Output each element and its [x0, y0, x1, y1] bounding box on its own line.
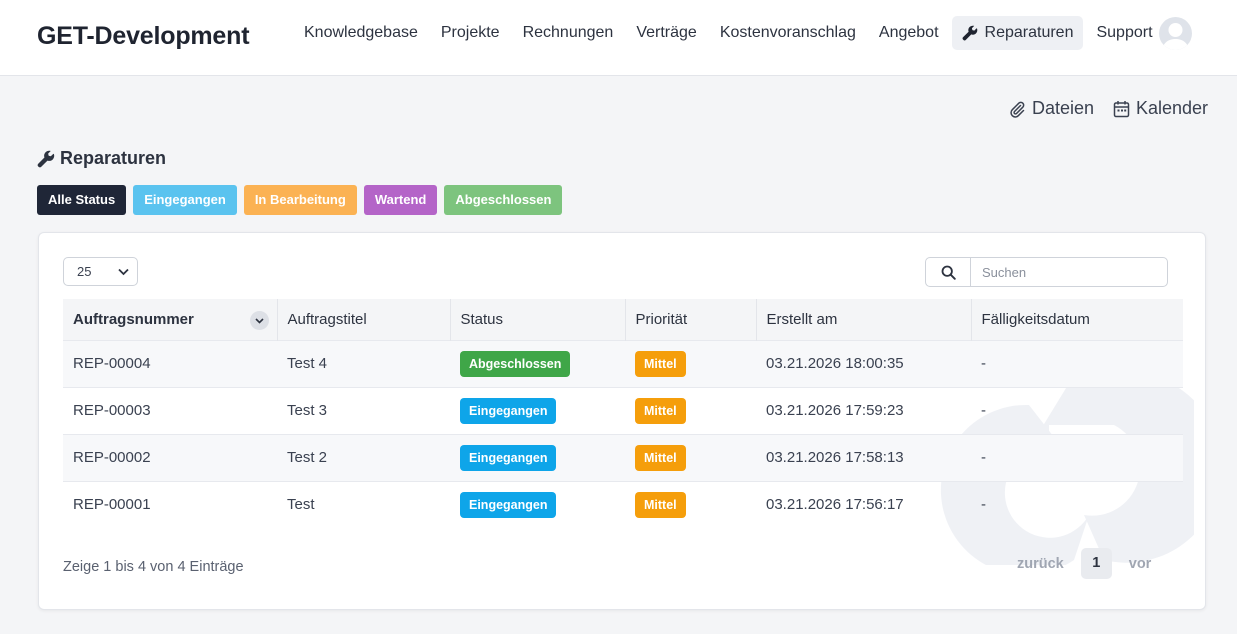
- page-size-value: 25: [77, 264, 92, 279]
- files-link[interactable]: Dateien: [1008, 98, 1094, 119]
- cell-number: REP-00001: [63, 480, 277, 528]
- calendar-icon: [1113, 100, 1130, 117]
- cell-number: REP-00003: [63, 386, 277, 434]
- col-header-auftragstitel[interactable]: Auftragstitel: [277, 299, 451, 340]
- cell-title: Test 2: [277, 433, 450, 481]
- status-badge: Eingegangen: [460, 444, 557, 471]
- table-header-row: Auftragsnummer Auftragstitel Status Prio…: [63, 299, 1183, 340]
- cell-due: -: [971, 386, 1183, 434]
- nav-item-projekte[interactable]: Projekte: [431, 16, 510, 50]
- cell-due: -: [971, 433, 1183, 481]
- cell-created: 03.21.2026 18:00:35: [756, 339, 971, 387]
- page-size-select[interactable]: 25: [63, 257, 138, 286]
- col-header-erstellt-am[interactable]: Erstellt am: [756, 299, 972, 340]
- cell-created: 03.21.2026 17:56:17: [756, 480, 971, 528]
- table-info-text: Zeige 1 bis 4 von 4 Einträge: [63, 559, 244, 575]
- files-link-label: Dateien: [1032, 98, 1095, 118]
- repairs-card: 25 Auftragsnummer: [38, 232, 1206, 610]
- filter-alle-status[interactable]: Alle Status: [37, 185, 127, 215]
- calendar-link[interactable]: Kalender: [1113, 98, 1208, 119]
- filter-in-bearbeitung[interactable]: In Bearbeitung: [243, 185, 357, 215]
- page-title: Reparaturen: [37, 148, 166, 169]
- col-header-prioritaet[interactable]: Priorität: [625, 299, 757, 340]
- status-badge: Eingegangen: [460, 491, 557, 518]
- search-button[interactable]: [926, 258, 971, 286]
- pager-prev-button[interactable]: zurück: [1005, 556, 1076, 572]
- pagination: zurück 1 vor: [1005, 548, 1163, 579]
- priority-badge: Mittel: [635, 491, 686, 518]
- cell-number: REP-00002: [63, 433, 277, 481]
- col-header-label: Auftragsnummer: [73, 310, 194, 328]
- nav-item-reparaturen[interactable]: Reparaturen: [951, 16, 1084, 50]
- main-nav: Knowledgebase Projekte Rechnungen Verträ…: [294, 16, 1166, 50]
- table-row[interactable]: REP-00004 Test 4 Abgeschlossen Mittel 03…: [63, 339, 1183, 387]
- search-group: [925, 257, 1168, 287]
- user-icon: [1162, 23, 1189, 50]
- cell-status: Eingegangen: [450, 480, 625, 528]
- filter-abgeschlossen[interactable]: Abgeschlossen: [444, 185, 563, 215]
- priority-badge: Mittel: [635, 444, 686, 471]
- cell-priority: Mittel: [625, 433, 756, 481]
- chevron-down-icon: [118, 268, 129, 276]
- cell-title: Test 3: [277, 386, 450, 434]
- cell-status: Eingegangen: [450, 386, 625, 434]
- table-row[interactable]: REP-00001 Test Eingegangen Mittel 03.21.…: [63, 480, 1183, 528]
- cell-created: 03.21.2026 17:59:23: [756, 386, 971, 434]
- cell-due: -: [971, 480, 1183, 528]
- cell-status: Eingegangen: [450, 433, 625, 481]
- wrench-icon: [962, 25, 977, 41]
- search-input[interactable]: [972, 258, 1166, 286]
- nav-item-rechnungen[interactable]: Rechnungen: [513, 16, 624, 50]
- wrench-icon: [37, 150, 55, 167]
- cell-priority: Mittel: [625, 386, 756, 434]
- priority-badge: Mittel: [635, 350, 686, 377]
- user-avatar[interactable]: [1159, 17, 1192, 50]
- col-header-auftragsnummer[interactable]: Auftragsnummer: [63, 299, 278, 340]
- filter-eingegangen[interactable]: Eingegangen: [133, 185, 237, 215]
- priority-badge: Mittel: [635, 397, 686, 424]
- nav-item-knowledgebase[interactable]: Knowledgebase: [294, 16, 428, 50]
- status-badge: Abgeschlossen: [460, 350, 571, 377]
- pager-page-1[interactable]: 1: [1080, 548, 1112, 579]
- chevron-down-icon: [254, 317, 264, 324]
- paperclip-icon: [1010, 101, 1025, 118]
- cell-title: Test 4: [277, 339, 450, 387]
- cell-due: -: [971, 339, 1183, 387]
- brand-logo-text[interactable]: GET-Development: [37, 22, 250, 51]
- status-badge: Eingegangen: [460, 397, 557, 424]
- cell-title: Test: [277, 480, 450, 528]
- cell-number: REP-00004: [63, 339, 277, 387]
- cell-priority: Mittel: [625, 480, 756, 528]
- calendar-link-label: Kalender: [1136, 98, 1209, 118]
- table-row[interactable]: REP-00003 Test 3 Eingegangen Mittel 03.2…: [63, 386, 1183, 434]
- status-filter-bar: Alle Status Eingegangen In Bearbeitung W…: [37, 185, 569, 215]
- pager-next-button[interactable]: vor: [1117, 556, 1164, 572]
- table-row[interactable]: REP-00002 Test 2 Eingegangen Mittel 03.2…: [63, 433, 1183, 481]
- top-navbar: GET-Development Knowledgebase Projekte R…: [0, 0, 1237, 76]
- search-icon: [941, 265, 956, 280]
- col-header-status[interactable]: Status: [450, 299, 626, 340]
- filter-wartend[interactable]: Wartend: [363, 185, 438, 215]
- page-title-text: Reparaturen: [60, 148, 167, 168]
- nav-item-angebot[interactable]: Angebot: [869, 16, 949, 50]
- nav-item-support[interactable]: Support: [1086, 16, 1162, 50]
- nav-item-reparaturen-label: Reparaturen: [984, 24, 1074, 41]
- cell-status: Abgeschlossen: [450, 339, 625, 387]
- cell-priority: Mittel: [625, 339, 756, 387]
- nav-item-kostenvoranschlag[interactable]: Kostenvoranschlag: [710, 16, 866, 50]
- repairs-table: Auftragsnummer Auftragstitel Status Prio…: [63, 299, 1183, 528]
- cell-created: 03.21.2026 17:58:13: [756, 433, 971, 481]
- nav-item-vertraege[interactable]: Verträge: [626, 16, 706, 50]
- sort-toggle[interactable]: [249, 311, 269, 330]
- col-header-faelligkeitsdatum[interactable]: Fälligkeitsdatum: [971, 299, 1183, 340]
